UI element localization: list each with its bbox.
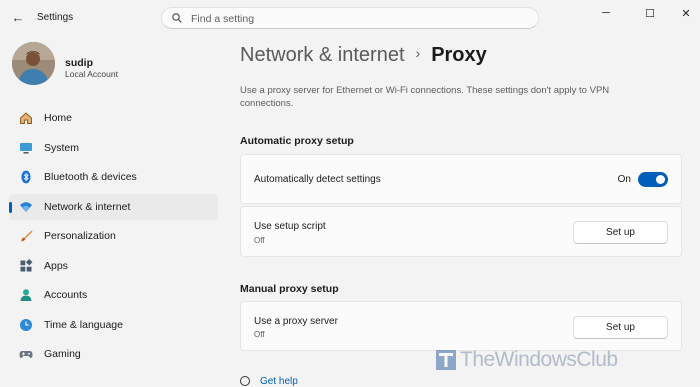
home-icon [18, 110, 34, 126]
setup-script-button[interactable]: Set up [573, 221, 668, 244]
sidebar-item-label: Apps [44, 259, 68, 272]
setup-script-status: Off [254, 236, 265, 245]
globe-clock-icon [18, 317, 34, 333]
section-heading-automatic: Automatic proxy setup [240, 135, 354, 147]
sidebar-item-system[interactable]: System [9, 135, 218, 161]
person-icon [18, 287, 34, 303]
sidebar-item-label: System [44, 141, 80, 154]
toggle-knob [656, 175, 665, 184]
sidebar-item-label: Personalization [44, 230, 116, 242]
search-box[interactable] [161, 7, 539, 29]
setup-script-card: Use setup script Off Set up [240, 206, 682, 257]
app-title: Settings [37, 12, 74, 23]
proxy-server-button[interactable]: Set up [573, 316, 668, 339]
watermark-logo [436, 350, 456, 370]
sidebar-item-label: Time & language [44, 318, 123, 331]
account-type: Local Account [65, 69, 118, 79]
page-title: Proxy [431, 44, 487, 66]
get-help-label: Get help [260, 376, 298, 387]
proxy-server-label: Use a proxy server [254, 316, 338, 327]
breadcrumb: Network & internet › Proxy [240, 44, 487, 67]
sidebar-item-personalization[interactable]: Personalization [9, 223, 218, 249]
wifi-icon [18, 199, 34, 215]
sidebar-item-gaming[interactable]: Gaming [9, 341, 218, 367]
detect-settings-label: Automatically detect settings [254, 174, 381, 185]
sidebar-item-accounts[interactable]: Accounts [9, 282, 218, 308]
bluetooth-icon [18, 169, 34, 185]
get-help-link[interactable]: Get help [240, 376, 298, 387]
back-button[interactable]: ← [10, 10, 26, 26]
watermark: TheWindowsClub [435, 347, 618, 373]
help-icon [240, 376, 250, 386]
minimize-button[interactable]: ─ [592, 6, 620, 20]
search-input[interactable] [191, 11, 521, 26]
sidebar-item-label: Home [44, 112, 73, 124]
apps-icon [18, 258, 34, 274]
avatar-photo [12, 42, 55, 85]
monitor-icon [18, 140, 34, 156]
detect-settings-toggle[interactable] [638, 172, 668, 187]
sidebar-item-time-language[interactable]: Time & language [9, 312, 218, 338]
sidebar-item-network[interactable]: Network & internet [9, 193, 218, 220]
proxy-server-card: Use a proxy server Off Set up [240, 301, 682, 351]
section-heading-manual: Manual proxy setup [240, 283, 339, 295]
sidebar-item-label: Network & internet [44, 200, 131, 213]
sidebar-item-label: Accounts [44, 289, 88, 301]
breadcrumb-parent[interactable]: Network & internet [240, 44, 405, 66]
sidebar-item-bluetooth[interactable]: Bluetooth & devices [9, 164, 218, 190]
sidebar-nav: Home System Bluetooth & devices Network … [9, 105, 218, 371]
detect-settings-card: Automatically detect settings On [240, 154, 682, 204]
gamepad-icon [18, 346, 34, 362]
brush-icon [18, 228, 34, 244]
title-bar: ← Settings ─ ☐ ✕ [0, 0, 700, 36]
avatar [12, 42, 55, 85]
detect-settings-state: On [617, 174, 631, 185]
proxy-server-status: Off [254, 330, 265, 339]
page-description: Use a proxy server for Ethernet or Wi-Fi… [240, 85, 610, 109]
sidebar-item-label: Gaming [44, 348, 81, 360]
sidebar-item-label: Bluetooth & devices [44, 171, 137, 183]
watermark-text: TheWindowsClub [460, 348, 618, 371]
close-button[interactable]: ✕ [672, 6, 700, 20]
sidebar-item-home[interactable]: Home [9, 105, 218, 131]
user-name: sudip [65, 57, 93, 69]
maximize-button[interactable]: ☐ [636, 6, 664, 20]
setup-script-label: Use setup script [254, 221, 326, 232]
sidebar-item-apps[interactable]: Apps [9, 253, 218, 279]
search-icon [172, 13, 182, 23]
chevron-right-icon: › [415, 45, 421, 61]
